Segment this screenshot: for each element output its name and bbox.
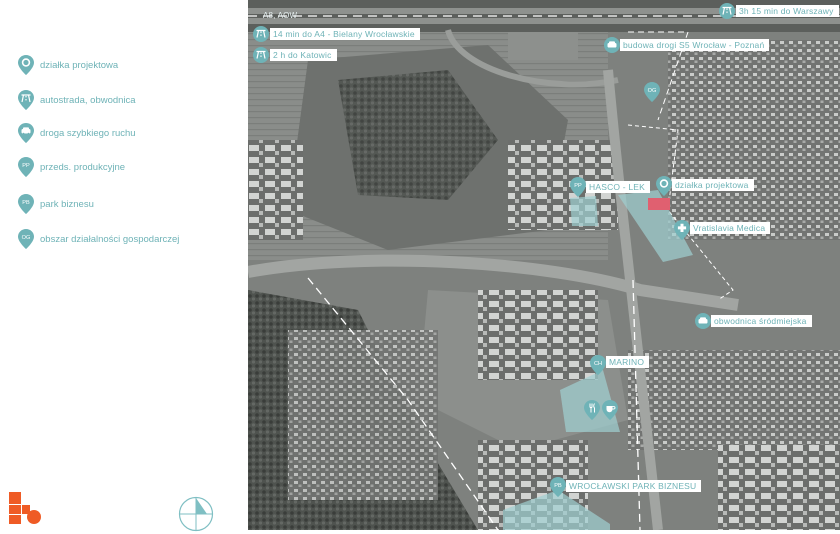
legend-label: obszar działalności gospodarczej [40, 233, 180, 245]
svg-text:PB: PB [22, 200, 30, 206]
highway-icon [253, 26, 269, 46]
aerial-map-imagery [248, 0, 840, 530]
pin-location-icon [18, 55, 34, 75]
svg-text:OG: OG [22, 235, 31, 241]
highway-icon [719, 3, 735, 23]
callout-katowice[interactable]: 2 h do Katowic [270, 49, 337, 61]
pb-badge-icon: PB [18, 194, 34, 214]
callout-bielany[interactable]: 14 min do A4 - Bielany Wrocławskie [270, 28, 420, 40]
highway-icon [253, 47, 269, 67]
legend-item-highway: autostrada, obwodnica [18, 89, 136, 111]
svg-text:PP: PP [574, 183, 582, 189]
pp-badge-icon: PP [18, 157, 34, 177]
og-badge-icon[interactable]: OG [644, 82, 660, 102]
svg-text:OG: OG [648, 88, 657, 94]
pb-badge-icon[interactable]: PB [550, 477, 566, 497]
og-badge-icon: OG [18, 229, 34, 249]
project-plot-marker [648, 198, 670, 210]
pin-location-icon[interactable] [656, 176, 672, 196]
callout-obwodnica[interactable]: obwodnica śródmiejska [711, 315, 812, 327]
pp-badge-icon[interactable]: PP [570, 177, 586, 197]
aerial-map[interactable]: A8, AOW 3h 15 min do Warszawy 14 min do … [248, 0, 840, 530]
callout-hasco[interactable]: HASCO - LEK [586, 181, 651, 193]
callout-marino[interactable]: MARINO [606, 356, 650, 368]
zone-hasco [570, 196, 598, 226]
coffee-cup-icon [602, 400, 618, 420]
north-arrow-icon [178, 496, 214, 532]
legend-item-expressway: droga szybkiego ruchu [18, 122, 136, 144]
legend-label: przeds. produkcyjne [40, 161, 126, 173]
car-icon [604, 37, 620, 57]
cutlery-icon [584, 400, 600, 420]
car-icon [695, 313, 711, 333]
svg-text:PB: PB [554, 483, 562, 489]
callout-business-park[interactable]: WROCŁAWSKI PARK BIZNESU [566, 480, 702, 492]
road-label: A8, AOW [263, 11, 298, 20]
svg-text:PP: PP [22, 163, 30, 169]
svg-text:CH: CH [594, 361, 602, 367]
callout-dzialka[interactable]: działka projektowa [672, 179, 754, 191]
callout-s5[interactable]: budowa drogi S5 Wrocław - Poznań [620, 39, 770, 51]
legend-item-plot: działka projektowa [18, 54, 118, 76]
callout-vratislavia[interactable]: Vratislavia Medica [690, 222, 771, 234]
legend-label: droga szybkiego ruchu [40, 127, 136, 139]
ch-badge-icon[interactable]: CH [590, 355, 606, 375]
car-icon [18, 123, 34, 143]
legend-label: działka projektowa [40, 59, 119, 71]
legend-label: autostrada, obwodnica [40, 94, 136, 106]
medical-cross-icon[interactable] [674, 220, 690, 240]
highway-icon [18, 90, 34, 110]
legend-item-production: PP przeds. produkcyjne [18, 156, 125, 178]
legend-label: park biznesu [40, 198, 94, 210]
callout-warszawa[interactable]: 3h 15 min do Warszawy [736, 5, 839, 17]
company-logo [9, 492, 41, 524]
legend-item-business-park: PB park biznesu [18, 193, 94, 215]
legend-item-economic-area: OG obszar działalności gospodarczej [18, 228, 179, 250]
